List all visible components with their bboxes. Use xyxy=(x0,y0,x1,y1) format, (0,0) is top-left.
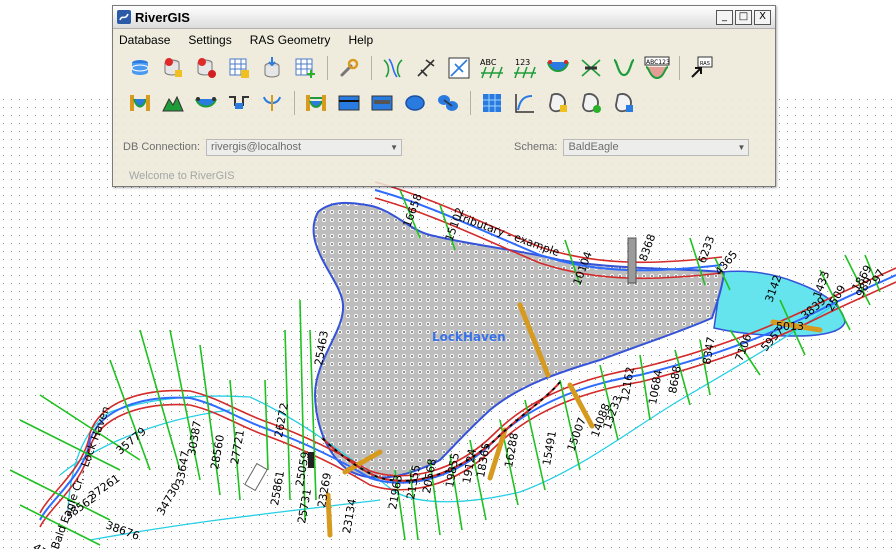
bridge-structure xyxy=(627,237,637,284)
toolbar-geometry xyxy=(113,85,775,120)
cross-sections-icon[interactable] xyxy=(446,55,472,81)
mesh-c-icon[interactable] xyxy=(611,90,637,116)
db-remove-icon[interactable] xyxy=(193,55,219,81)
svg-text:123: 123 xyxy=(515,58,530,67)
storage-area-label: LockHaven xyxy=(432,330,506,344)
close-button[interactable]: X xyxy=(754,9,771,25)
menu-ras-geometry[interactable]: RAS Geometry xyxy=(250,33,331,47)
db-connection-label: DB Connection: xyxy=(123,141,201,153)
minimize-button[interactable]: _ xyxy=(716,9,733,25)
rivergis-app-icon xyxy=(117,10,131,24)
schema-label: Schema: xyxy=(514,141,558,153)
mesh-b-icon[interactable] xyxy=(578,90,604,116)
mannings-icon[interactable] xyxy=(160,90,186,116)
settings-wrench-icon[interactable] xyxy=(336,55,362,81)
raster-icon[interactable] xyxy=(479,90,505,116)
table-create-icon[interactable] xyxy=(226,55,252,81)
menu-bar: Database Settings RAS Geometry Help xyxy=(113,29,775,50)
stream-centerline-icon[interactable] xyxy=(380,55,406,81)
title-bar[interactable]: RiverGIS _ □ X xyxy=(113,6,775,29)
toolbar-separator xyxy=(327,55,328,80)
db-connection-value: rivergis@localhost xyxy=(211,141,302,153)
window-title: RiverGIS xyxy=(135,9,190,25)
welcome-message: Welcome to RiverGIS xyxy=(129,170,235,182)
menu-help[interactable]: Help xyxy=(348,33,373,47)
schema-value: BaldEagle xyxy=(568,141,619,153)
chevron-down-icon: ▼ xyxy=(737,142,746,152)
velocity-icon[interactable] xyxy=(512,90,538,116)
db-import-icon[interactable] xyxy=(259,55,285,81)
lateral-structure-icon[interactable] xyxy=(336,90,362,116)
menu-database[interactable]: Database xyxy=(119,33,170,47)
menu-settings[interactable]: Settings xyxy=(188,33,231,47)
profile-icon[interactable] xyxy=(127,90,153,116)
123-stations-icon[interactable]: 123 xyxy=(512,55,538,81)
db-connection-select[interactable]: rivergis@localhost ▼ xyxy=(206,138,403,156)
toolbar-separator xyxy=(679,55,680,80)
export-ras-icon[interactable]: RAS xyxy=(688,55,714,81)
toolbar-separator xyxy=(470,90,471,115)
window-controls: _ □ X xyxy=(716,9,775,25)
maximize-button[interactable]: □ xyxy=(735,9,752,25)
rivergis-window[interactable]: RiverGIS _ □ X Database Settings RAS Geo… xyxy=(112,5,776,187)
schema-select[interactable]: BaldEagle ▼ xyxy=(563,138,750,156)
toolbar-separator xyxy=(371,55,372,80)
svg-text:ABC123: ABC123 xyxy=(646,59,670,66)
svg-text:RAS: RAS xyxy=(700,61,710,67)
db-layers-icon[interactable] xyxy=(127,55,153,81)
svg-text:ABC: ABC xyxy=(480,58,497,67)
flowpaths-icon[interactable] xyxy=(413,55,439,81)
db-add-icon[interactable] xyxy=(160,55,186,81)
breaklines-icon[interactable] xyxy=(402,90,428,116)
sa-connection-icon[interactable] xyxy=(369,90,395,116)
channel-icon[interactable] xyxy=(611,55,637,81)
banks-icon[interactable] xyxy=(545,55,571,81)
bridges-icon[interactable] xyxy=(578,55,604,81)
db-connection-row: DB Connection: rivergis@localhost ▼ Sche… xyxy=(113,136,775,158)
toolbar-database: ABC 123 ABC123 RAS xyxy=(113,50,775,85)
ineffective-icon[interactable] xyxy=(226,90,252,116)
toolbar-separator xyxy=(294,90,295,115)
breakpoints-icon[interactable] xyxy=(435,90,461,116)
mesh-a-icon[interactable] xyxy=(545,90,571,116)
abc123-attributes-icon[interactable]: ABC123 xyxy=(644,55,670,81)
chevron-down-icon: ▼ xyxy=(390,142,398,152)
storage-area-icon[interactable] xyxy=(303,90,329,116)
levees-icon[interactable] xyxy=(193,90,219,116)
table-add-icon[interactable] xyxy=(292,55,318,81)
blocked-icon[interactable] xyxy=(259,90,285,116)
abc-labels-icon[interactable]: ABC xyxy=(479,55,505,81)
